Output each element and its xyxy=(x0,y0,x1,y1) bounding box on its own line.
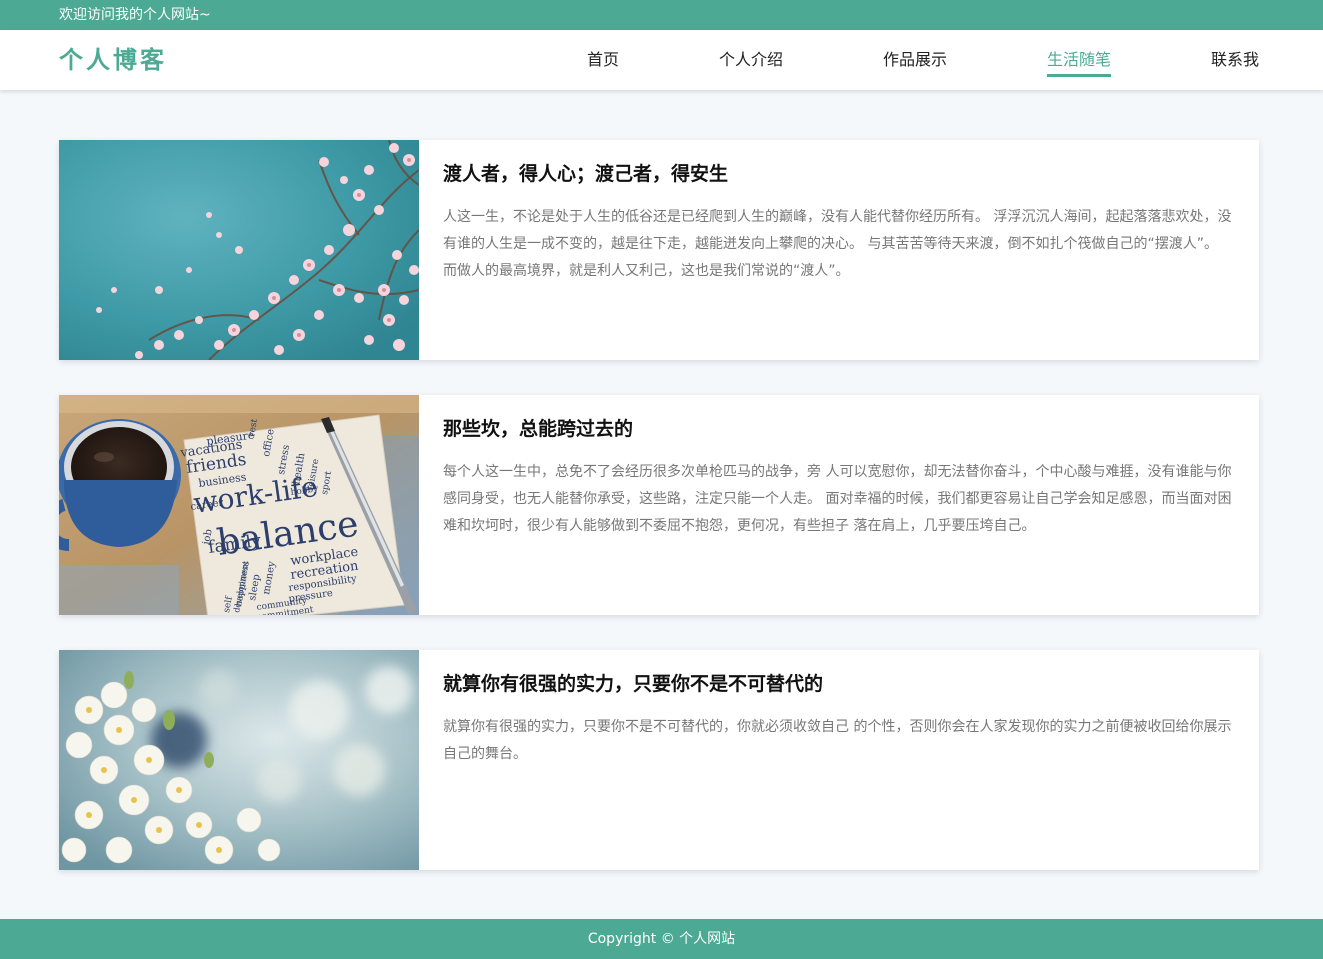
white-blossom-photo xyxy=(59,650,419,870)
article-excerpt: 人这一生，不论是处于人生的低谷还是已经爬到人生的巅峰，没有人能代替你经历所有。 … xyxy=(443,209,1232,279)
nav-item-about[interactable]: 个人介绍 xyxy=(719,30,783,90)
article-image-cherry-blossom[interactable] xyxy=(59,140,419,360)
article-card-1[interactable]: 渡人者，得人心；渡己者，得安生 人这一生，不论是处于人生的低谷还是已经爬到人生的… xyxy=(59,140,1259,360)
article-body-3: 就算你有很强的实力，只要你不是不可替代的 就算你有很强的实力，只要你不是不可替代… xyxy=(443,650,1235,768)
article-card-2[interactable]: pleasure rest vacations office stress he… xyxy=(59,395,1259,615)
article-image-coffee-balance[interactable]: pleasure rest vacations office stress he… xyxy=(59,395,419,615)
site-header: 个人博客 首页 个人介绍 作品展示 生活随笔 联系我 xyxy=(0,30,1323,90)
nav-item-home[interactable]: 首页 xyxy=(587,30,619,90)
coffee-napkin-photo: pleasure rest vacations office stress he… xyxy=(59,395,419,615)
article-image-white-blossom[interactable] xyxy=(59,650,419,870)
article-body-2: 那些坎，总能跨过去的 每个人这一生中，总免不了会经历很多次单枪匹马的战争，旁 人… xyxy=(443,395,1235,540)
article-excerpt: 就算你有很强的实力，只要你不是不可替代的，你就必须收敛自己 的个性，否则你会在人… xyxy=(443,719,1232,762)
top-welcome-bar: 欢迎访问我的个人网站~ xyxy=(0,0,1323,30)
welcome-text: 欢迎访问我的个人网站~ xyxy=(59,7,211,23)
nav-item-works[interactable]: 作品展示 xyxy=(883,30,947,90)
article-title[interactable]: 渡人者，得人心；渡己者，得安生 xyxy=(443,162,1235,186)
cherry-blossom-photo xyxy=(59,140,419,360)
nav-item-life-notes[interactable]: 生活随笔 xyxy=(1047,30,1112,90)
nav-item-contact[interactable]: 联系我 xyxy=(1211,30,1259,90)
site-logo[interactable]: 个人博客 xyxy=(59,30,167,90)
article-title[interactable]: 就算你有很强的实力，只要你不是不可替代的 xyxy=(443,672,1235,696)
site-footer: Copyright © 个人网站 xyxy=(0,919,1323,959)
article-card-3[interactable]: 就算你有很强的实力，只要你不是不可替代的 就算你有很强的实力，只要你不是不可替代… xyxy=(59,650,1259,870)
article-excerpt: 每个人这一生中，总免不了会经历很多次单枪匹马的战争，旁 人可以宽慰你，却无法替你… xyxy=(443,464,1232,534)
copyright-text: Copyright © 个人网站 xyxy=(587,931,736,947)
article-body-1: 渡人者，得人心；渡己者，得安生 人这一生，不论是处于人生的低谷还是已经爬到人生的… xyxy=(443,140,1235,285)
article-title[interactable]: 那些坎，总能跨过去的 xyxy=(443,417,1235,441)
